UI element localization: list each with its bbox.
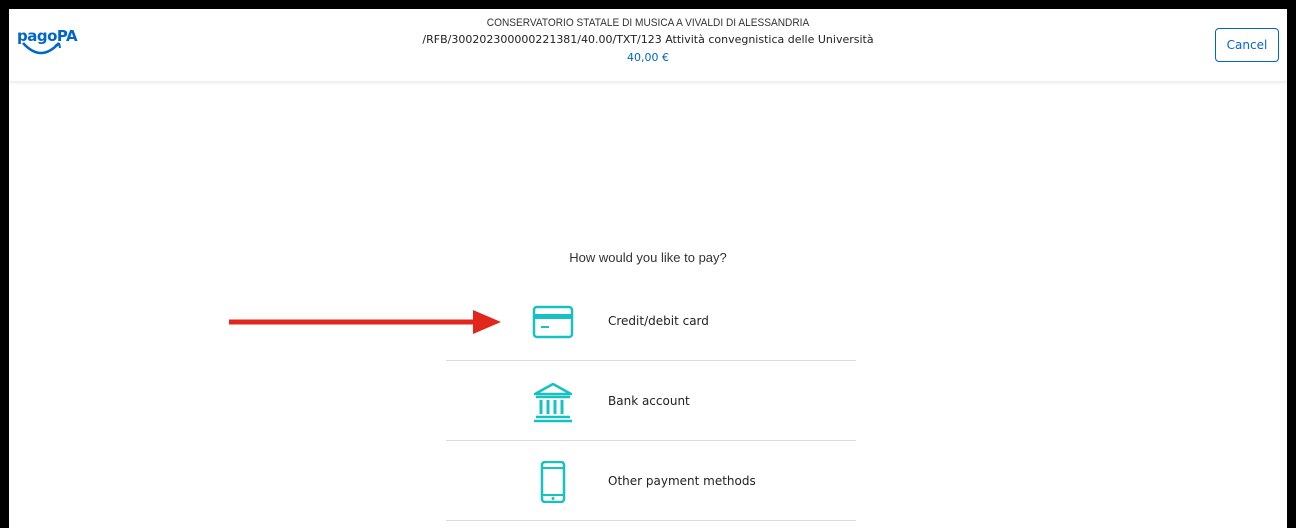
screenshot-frame xyxy=(0,0,1296,528)
